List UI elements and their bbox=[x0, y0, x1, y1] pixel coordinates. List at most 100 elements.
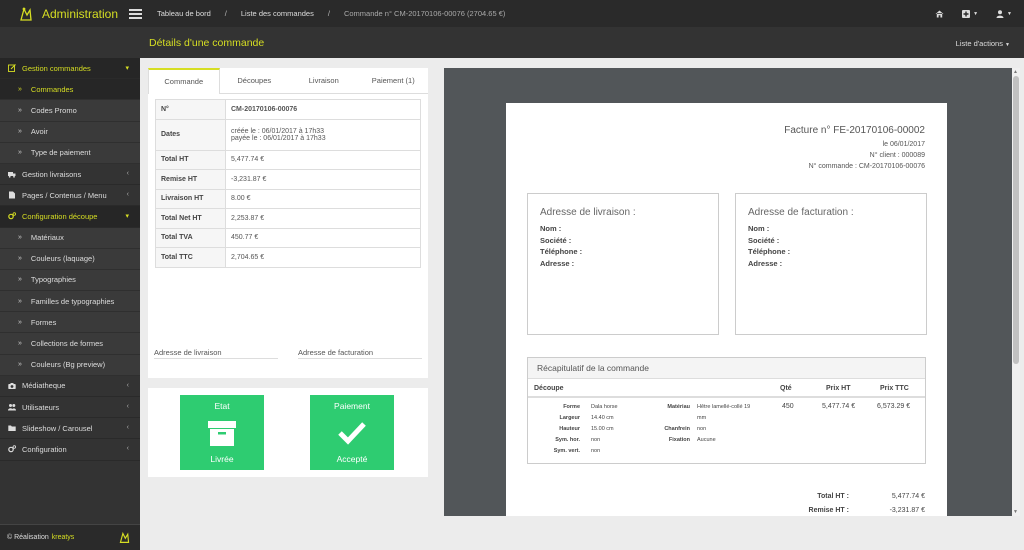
row-label: N° bbox=[155, 99, 226, 120]
sidebar-item-avoir[interactable]: » Avoir bbox=[0, 121, 140, 143]
order-tabs: Commande Découpes Livraison Paiement (1) bbox=[148, 68, 428, 94]
sidebar-item-collections-formes[interactable]: » Collections de formes bbox=[0, 333, 140, 355]
sidebar-item-typographies[interactable]: » Typographies bbox=[0, 269, 140, 292]
sidebar-footer: © Réalisation kreatys bbox=[0, 524, 140, 550]
sidebar-group-label: Utilisateurs bbox=[22, 402, 60, 412]
sidebar-group-label: Slideshow / Carousel bbox=[22, 423, 93, 433]
chevron-right-icon: » bbox=[18, 318, 22, 326]
sidebar-item-materiaux[interactable]: » Matériaux bbox=[0, 227, 140, 249]
created-date: créée le : 06/01/2017 à 17h33 bbox=[231, 127, 325, 135]
table-row: Dates créée le : 06/01/2017 à 17h33 payée … bbox=[155, 118, 421, 151]
delivery-address-heading: Adresse de livraison bbox=[154, 348, 278, 359]
chevron-left-icon: ‹ bbox=[126, 191, 129, 199]
invoice-viewer[interactable]: Facture n° FE-20170106-00002 le 06/01/20… bbox=[444, 68, 1020, 516]
sidebar-group-label: Gestion livraisons bbox=[22, 169, 82, 179]
order-number: CM-20170106-00076 bbox=[231, 105, 298, 113]
add-menu-icon[interactable]: ▼ bbox=[962, 9, 978, 18]
paid-date: payée le : 06/01/2017 à 17h33 bbox=[231, 134, 326, 142]
sidebar-group-configuration[interactable]: Configuration ‹ bbox=[0, 439, 140, 461]
row-label: Dates bbox=[155, 118, 226, 151]
tab-decoupes[interactable]: Découpes bbox=[220, 68, 290, 93]
row-label: Total TTC bbox=[155, 247, 226, 268]
address-headings: Adresse de livraison Adresse de facturat… bbox=[154, 348, 422, 359]
tab-commande[interactable]: Commande bbox=[148, 68, 220, 94]
chevron-left-icon: ‹ bbox=[126, 445, 129, 453]
recap-columns: Découpe Qté Prix HT Prix TTC bbox=[528, 379, 925, 398]
billing-address-heading: Adresse de facturation bbox=[298, 348, 422, 359]
sidebar-item-label: Collections de formes bbox=[30, 339, 104, 349]
sidebar-item-commandes[interactable]: » Commandes bbox=[0, 79, 140, 101]
col-decoupe: Découpe bbox=[534, 385, 564, 392]
status-card-paiement[interactable]: Paiement Accepté bbox=[310, 395, 394, 470]
col-qte: Qté bbox=[780, 385, 792, 392]
invoice-header: Facture n° FE-20170106-00002 le 06/01/20… bbox=[784, 125, 925, 172]
folder-icon bbox=[8, 425, 16, 432]
spec-label: Largeur bbox=[559, 415, 580, 421]
breadcrumb-orders-list[interactable]: Liste des commandes bbox=[241, 9, 314, 18]
breadcrumb-separator: / bbox=[224, 9, 227, 18]
sidebar-group-slideshow[interactable]: Slideshow / Carousel ‹ bbox=[0, 418, 140, 440]
spec-value: mm bbox=[697, 415, 707, 421]
sidebar-item-label: Typographies bbox=[30, 275, 76, 285]
sidebar-group-cut-config[interactable]: Configuration découpe ▾ bbox=[0, 206, 140, 228]
line-prix-ht: 5,477.74 € bbox=[822, 403, 856, 410]
sidebar-item-label: Type de paiement bbox=[30, 148, 91, 158]
sidebar-item-familles-typographies[interactable]: » Familles de typographies bbox=[0, 291, 140, 313]
sidebar-group-pages[interactable]: Pages / Contenus / Menu ‹ bbox=[0, 185, 140, 207]
footer-link[interactable]: kreatys bbox=[52, 534, 75, 541]
brand[interactable]: Administration bbox=[0, 0, 140, 27]
field-telephone: Téléphone : bbox=[540, 247, 583, 256]
chevron-down-icon: ▼ bbox=[1007, 10, 1012, 17]
chevron-down-icon: ▼ bbox=[1005, 42, 1010, 48]
scroll-down-icon[interactable]: ▼ bbox=[1013, 509, 1018, 515]
top-bar: Administration Tableau de bord / Liste d… bbox=[0, 0, 1024, 27]
sidebar-group-users[interactable]: Utilisateurs ‹ bbox=[0, 397, 140, 419]
chevron-down-icon: ▾ bbox=[125, 65, 129, 72]
chevron-left-icon: ‹ bbox=[126, 403, 129, 410]
sidebar-group-orders[interactable]: Gestion commandes ▾ bbox=[0, 58, 140, 80]
file-icon bbox=[9, 191, 15, 199]
scroll-thumb[interactable] bbox=[1013, 76, 1019, 364]
field-societe: Société : bbox=[748, 235, 780, 245]
sidebar-group-media[interactable]: Médiatheque ‹ bbox=[0, 376, 140, 397]
tab-paiement[interactable]: Paiement (1) bbox=[359, 68, 429, 93]
sidebar-item-couleurs-laquage[interactable]: » Couleurs (laquage) bbox=[0, 248, 140, 270]
sidebar-group-deliveries[interactable]: Gestion livraisons ‹ bbox=[0, 164, 140, 186]
footer-label: Réalisation bbox=[14, 534, 49, 541]
chevron-right-icon: » bbox=[18, 128, 22, 136]
sidebar-item-formes[interactable]: » Formes bbox=[0, 312, 140, 334]
delivery-address-box: Adresse de livraison : Nom : Société : T… bbox=[527, 193, 719, 335]
cogs-icon bbox=[8, 212, 16, 220]
row-label: Livraison HT bbox=[155, 188, 226, 209]
scroll-up-icon[interactable]: ▲ bbox=[1013, 69, 1018, 75]
home-icon[interactable] bbox=[935, 10, 944, 18]
users-icon bbox=[8, 404, 16, 411]
total-row: Total HT : 5,477.74 € bbox=[506, 493, 947, 507]
sidebar-item-codes-promo[interactable]: » Codes Promo bbox=[0, 100, 140, 122]
page-title: Détails d'une commande bbox=[149, 36, 265, 49]
row-value: 2,253.87 € bbox=[225, 208, 421, 229]
breadcrumb-dashboard[interactable]: Tableau de bord bbox=[157, 9, 211, 18]
sidebar-item-type-paiement[interactable]: » Type de paiement bbox=[0, 142, 140, 164]
invoice-order: N° commande : CM-20170106-00076 bbox=[808, 163, 925, 170]
spec-label: Sym. vert. bbox=[553, 448, 580, 454]
row-value: -3,231.87 € bbox=[225, 169, 421, 190]
tab-livraison[interactable]: Livraison bbox=[289, 68, 359, 93]
viewer-scrollbar[interactable]: ▲ ▼ bbox=[1012, 68, 1020, 516]
actions-dropdown[interactable]: Liste d'actions ▼ bbox=[956, 39, 1010, 48]
table-row: N° CM-20170106-00076 bbox=[155, 99, 421, 120]
sidebar-item-label: Couleurs (Bg preview) bbox=[30, 360, 106, 370]
status-card-etat[interactable]: Etat Livrée bbox=[180, 395, 264, 470]
page-header: Détails d'une commande Liste d'actions ▼ bbox=[140, 27, 1024, 58]
spec-value: Aucune bbox=[697, 437, 716, 443]
chevron-left-icon: ‹ bbox=[126, 424, 129, 432]
invoice-date: le 06/01/2017 bbox=[882, 141, 925, 148]
field-adresse: Adresse : bbox=[540, 258, 575, 268]
user-menu-icon[interactable]: ▼ bbox=[996, 9, 1012, 18]
sidebar-item-couleurs-bg[interactable]: » Couleurs (Bg preview) bbox=[0, 354, 140, 376]
sidebar-group-label: Configuration découpe bbox=[22, 211, 98, 221]
total-label: Total HT : bbox=[817, 493, 849, 500]
invoice-client: N° client : 000089 bbox=[869, 152, 925, 159]
spec-label: Matériau bbox=[667, 404, 690, 410]
menu-toggle-icon[interactable] bbox=[129, 8, 142, 19]
